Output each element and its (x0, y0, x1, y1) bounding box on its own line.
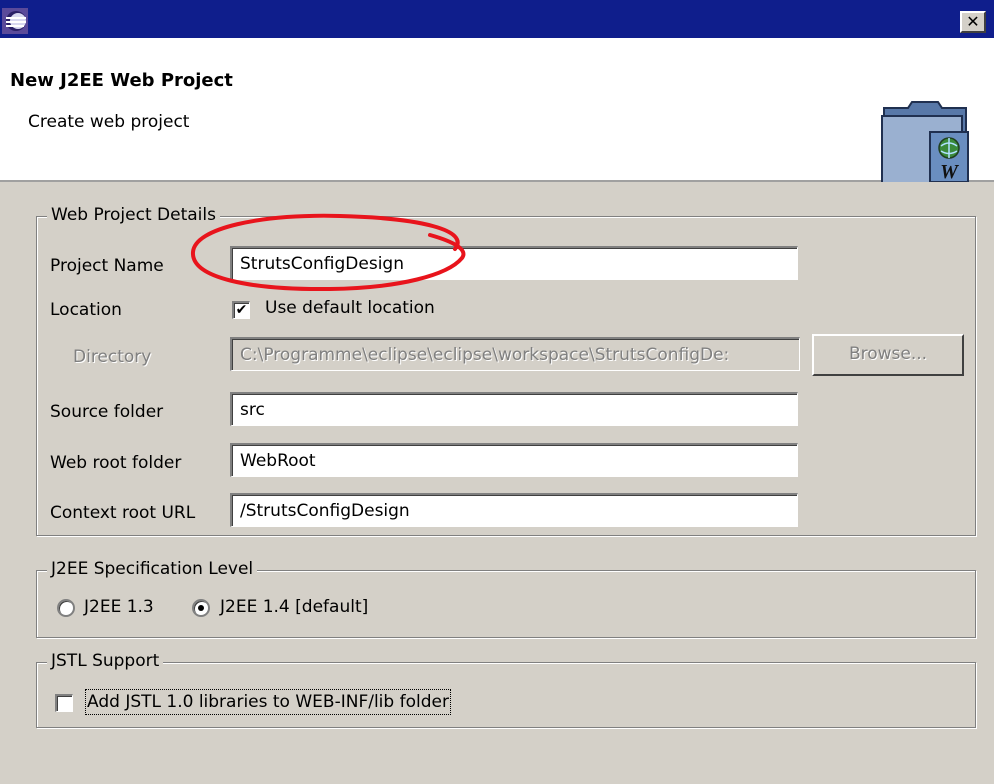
j2ee-14-radio[interactable] (192, 599, 210, 617)
project-name-label: Project Name (50, 256, 164, 276)
web-root-folder-label: Web root folder (50, 453, 182, 473)
title-bar: ✕ (0, 0, 994, 38)
browse-button: Browse... (812, 334, 964, 376)
checkmark-icon: ✔ (235, 302, 248, 318)
context-root-url-label: Context root URL (50, 503, 196, 523)
web-root-folder-input[interactable]: WebRoot (230, 443, 798, 477)
jstl-support-label: JSTL Support (47, 650, 164, 672)
add-jstl-label[interactable]: Add JSTL 1.0 libraries to WEB-INF/lib fo… (85, 689, 451, 715)
wizard-title: New J2EE Web Project (10, 70, 233, 91)
eclipse-icon (2, 8, 28, 34)
wizard-banner: New J2EE Web Project Create web project … (0, 38, 994, 185)
wizard-body: Web Project Details Project Name StrutsC… (0, 182, 994, 784)
web-project-wizard-icon: W (881, 101, 969, 185)
directory-input: C:\Programme\eclipse\eclipse\workspace\S… (230, 337, 800, 371)
wizard-icon-letter: W (940, 161, 959, 183)
close-icon: ✕ (966, 12, 980, 31)
close-button[interactable]: ✕ (960, 11, 986, 33)
j2ee-13-radio[interactable] (57, 599, 75, 617)
context-root-url-input[interactable]: /StrutsConfigDesign (230, 493, 798, 527)
use-default-location-checkbox[interactable]: ✔ (232, 301, 250, 319)
location-label: Location (50, 300, 122, 320)
source-folder-label: Source folder (50, 402, 164, 422)
j2ee-13-label[interactable]: J2EE 1.3 (84, 596, 154, 618)
directory-label: Directory (73, 347, 152, 367)
add-jstl-checkbox[interactable] (55, 694, 73, 712)
use-default-location-label[interactable]: Use default location (265, 297, 435, 319)
j2ee-spec-label: J2EE Specification Level (47, 558, 258, 580)
wizard-description: Create web project (28, 112, 190, 132)
j2ee-14-label[interactable]: J2EE 1.4 [default] (220, 596, 368, 618)
project-name-input[interactable]: StrutsConfigDesign (230, 246, 798, 280)
web-project-details-label: Web Project Details (47, 204, 220, 226)
j2ee-spec-group: J2EE Specification Level (36, 558, 976, 638)
source-folder-input[interactable]: src (230, 392, 798, 426)
radio-selected-dot (198, 605, 204, 611)
